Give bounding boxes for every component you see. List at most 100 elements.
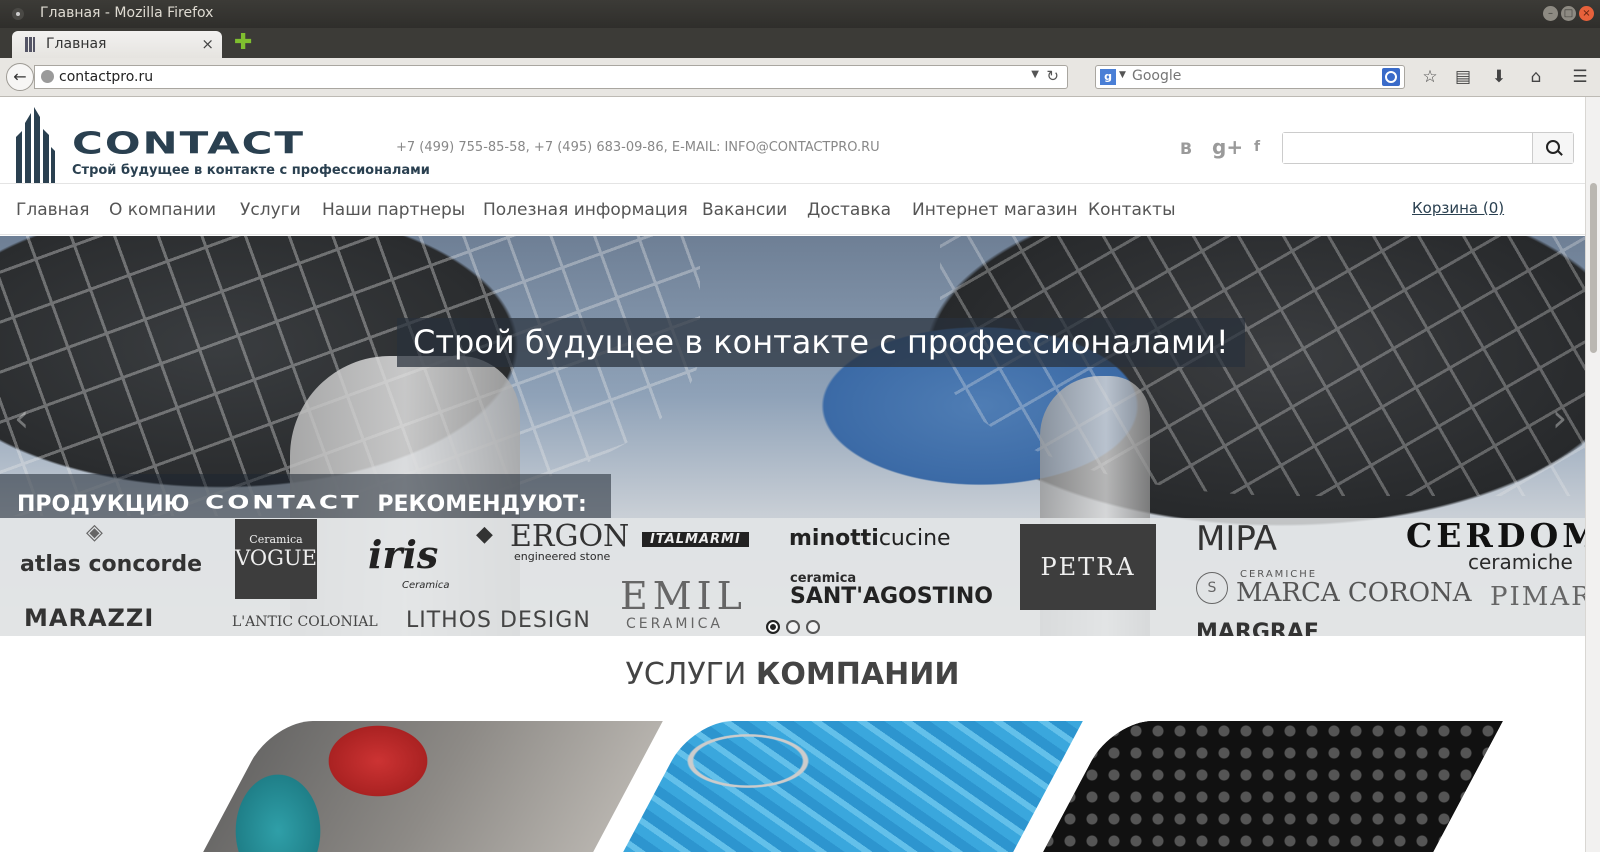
service-card-membranes[interactable] [1043, 721, 1503, 852]
brand-margraf[interactable]: MARGRAF [1196, 620, 1319, 636]
services-title-light: УСЛУГИ [625, 657, 747, 692]
site-search [1282, 132, 1574, 164]
service-image [623, 721, 1083, 852]
tower-logo-icon [16, 107, 55, 183]
logo-wordmark: CONTACT [72, 125, 306, 161]
bookmark-star-icon[interactable]: ☆ [1418, 66, 1442, 88]
nav-item-useful-info[interactable]: Полезная информация [483, 200, 688, 220]
minimize-button[interactable]: – [1543, 6, 1558, 21]
emil-sub: CERAMICA [626, 616, 723, 632]
brand-marazzi[interactable]: MARAZZI [24, 604, 154, 632]
vogue-name: VOGUE [235, 546, 317, 570]
brand-antic-colonial[interactable]: L'ANTIC COLONIAL [232, 614, 378, 630]
back-button[interactable]: ← [6, 63, 34, 91]
recommend-prefix: ПРОДУКЦИЮ [17, 492, 190, 517]
recommend-brand: CONTACT [205, 492, 362, 514]
brand-emil[interactable]: EMIL [620, 574, 747, 618]
url-bar[interactable]: contactpro.ru ▼ ↻ [34, 65, 1068, 89]
nav-item-partners[interactable]: Наши партнеры [322, 200, 465, 220]
ergon-sub: engineered stone [514, 550, 611, 563]
tab-strip: Главная × ✚ [0, 28, 1600, 58]
services-title-bold: КОМПАНИИ [755, 657, 960, 692]
url-text[interactable]: contactpro.ru [59, 69, 153, 85]
nav-item-about[interactable]: О компании [109, 200, 216, 220]
hero-slider[interactable]: Строй будущее в контакте с профессионала… [0, 236, 1585, 636]
slider-prev-icon[interactable]: ‹ [14, 396, 29, 440]
brand-italmarmi[interactable]: ITALMARMI [642, 532, 749, 547]
brand-santagostino[interactable]: SANT'AGOSTINO [790, 584, 993, 609]
recommend-heading: ПРОДУКЦИЮ CONTACT РЕКОМЕНДУЮТ: [17, 488, 587, 518]
google-plus-icon[interactable]: g+ [1212, 135, 1243, 159]
facebook-icon[interactable]: f [1254, 139, 1260, 155]
window-title: Главная - Mozilla Firefox [40, 5, 214, 21]
cart-link[interactable]: Корзина (0) [1412, 199, 1504, 217]
hero-caption: Строй будущее в контакте с профессионала… [397, 318, 1245, 367]
brand-iris[interactable]: iris [368, 532, 438, 577]
close-window-button[interactable]: × [1579, 6, 1594, 21]
vk-icon[interactable]: B [1180, 139, 1192, 158]
site-search-button[interactable] [1532, 133, 1573, 163]
brand-petra[interactable]: PETRA [1020, 524, 1156, 610]
header-contacts: +7 (499) 755-85-58, +7 (495) 683-09-86, … [396, 140, 880, 155]
minotti-b: cucine [878, 526, 951, 551]
slider-dot[interactable] [786, 620, 800, 634]
brand-lithos-design[interactable]: LITHOS DESIGN [406, 608, 591, 633]
tab-home[interactable]: Главная × [12, 31, 222, 58]
nav-item-delivery[interactable]: Доставка [807, 200, 891, 220]
home-icon[interactable]: ⌂ [1524, 66, 1548, 88]
service-card-restoration[interactable] [203, 721, 663, 852]
search-engine-icon[interactable]: g [1100, 69, 1116, 85]
search-engine-dropdown-icon[interactable]: ▼ [1119, 70, 1126, 80]
brand-atlas-concorde[interactable]: atlas concorde [20, 552, 202, 577]
recommend-suffix: РЕКОМЕНДУЮТ: [377, 492, 587, 517]
site-logo[interactable]: CONTACT Строй будущее в контакте с профе… [14, 107, 430, 183]
marca-corona-emblem-icon: S [1196, 572, 1228, 604]
nav-item-home[interactable]: Главная [16, 200, 89, 220]
window-menu-icon[interactable] [12, 8, 24, 20]
brand-ergon[interactable]: ERGON [510, 519, 629, 554]
services-heading: УСЛУГИ КОМПАНИИ [0, 657, 1585, 692]
atlas-diamond-icon: ◈ [86, 520, 103, 545]
history-dropdown-icon[interactable]: ▼ [1031, 69, 1039, 80]
nav-item-shop[interactable]: Интернет магазин [912, 200, 1078, 220]
slider-dot[interactable] [766, 620, 780, 634]
page-scrollbar[interactable] [1585, 97, 1600, 852]
nav-item-vacancies[interactable]: Вакансии [702, 200, 787, 220]
window-titlebar: Главная - Mozilla Firefox – □ × [0, 0, 1600, 28]
close-tab-icon[interactable]: × [201, 35, 214, 53]
iris-sub: Ceramica [402, 580, 450, 591]
service-image [1043, 721, 1503, 852]
nav-item-contacts[interactable]: Контакты [1088, 200, 1176, 220]
scrollbar-thumb[interactable] [1590, 183, 1597, 353]
navigation-toolbar: contactpro.ru ▼ ↻ ← g ▼ ☆ ▤ ⬇ ⌂ ☰ [0, 58, 1600, 97]
brand-pimar[interactable]: PIMAR [1490, 582, 1585, 612]
browser-search-input[interactable] [1132, 68, 1372, 84]
reading-list-icon[interactable]: ▤ [1451, 66, 1475, 88]
service-image [203, 721, 663, 852]
service-card-pools[interactable] [623, 721, 1083, 852]
slider-dot[interactable] [806, 620, 820, 634]
browser-search-bar[interactable]: g ▼ [1095, 65, 1405, 89]
brand-mipa[interactable]: MIPA [1196, 519, 1277, 559]
ergon-diamond-icon: ◆ [476, 522, 493, 547]
nav-item-services[interactable]: Услуги [240, 200, 301, 220]
cerdomus-sub: ceramiche [1468, 550, 1573, 574]
back-icon: ← [13, 67, 27, 86]
brand-marca-corona[interactable]: MARCA CORONA [1236, 578, 1472, 608]
web-page: CONTACT Строй будущее в контакте с профе… [0, 97, 1585, 852]
slider-next-icon[interactable]: › [1552, 396, 1567, 440]
new-tab-button[interactable]: ✚ [234, 32, 252, 54]
brand-vogue[interactable]: Ceramica VOGUE [235, 519, 317, 599]
downloads-icon[interactable]: ⬇ [1487, 66, 1511, 88]
maximize-button[interactable]: □ [1561, 6, 1576, 21]
main-navigation: Главная О компании Услуги Наши партнеры … [0, 183, 1585, 235]
menu-icon[interactable]: ☰ [1568, 66, 1592, 88]
site-search-input[interactable] [1283, 133, 1533, 163]
tab-label: Главная [46, 36, 107, 52]
minotti-a: minotti [789, 526, 879, 551]
brand-minotti[interactable]: minotticucine [789, 526, 951, 551]
search-icon[interactable] [1382, 68, 1400, 86]
site-identity-icon[interactable] [41, 70, 54, 83]
reload-icon[interactable]: ↻ [1046, 67, 1059, 85]
vogue-small: Ceramica [249, 533, 303, 546]
